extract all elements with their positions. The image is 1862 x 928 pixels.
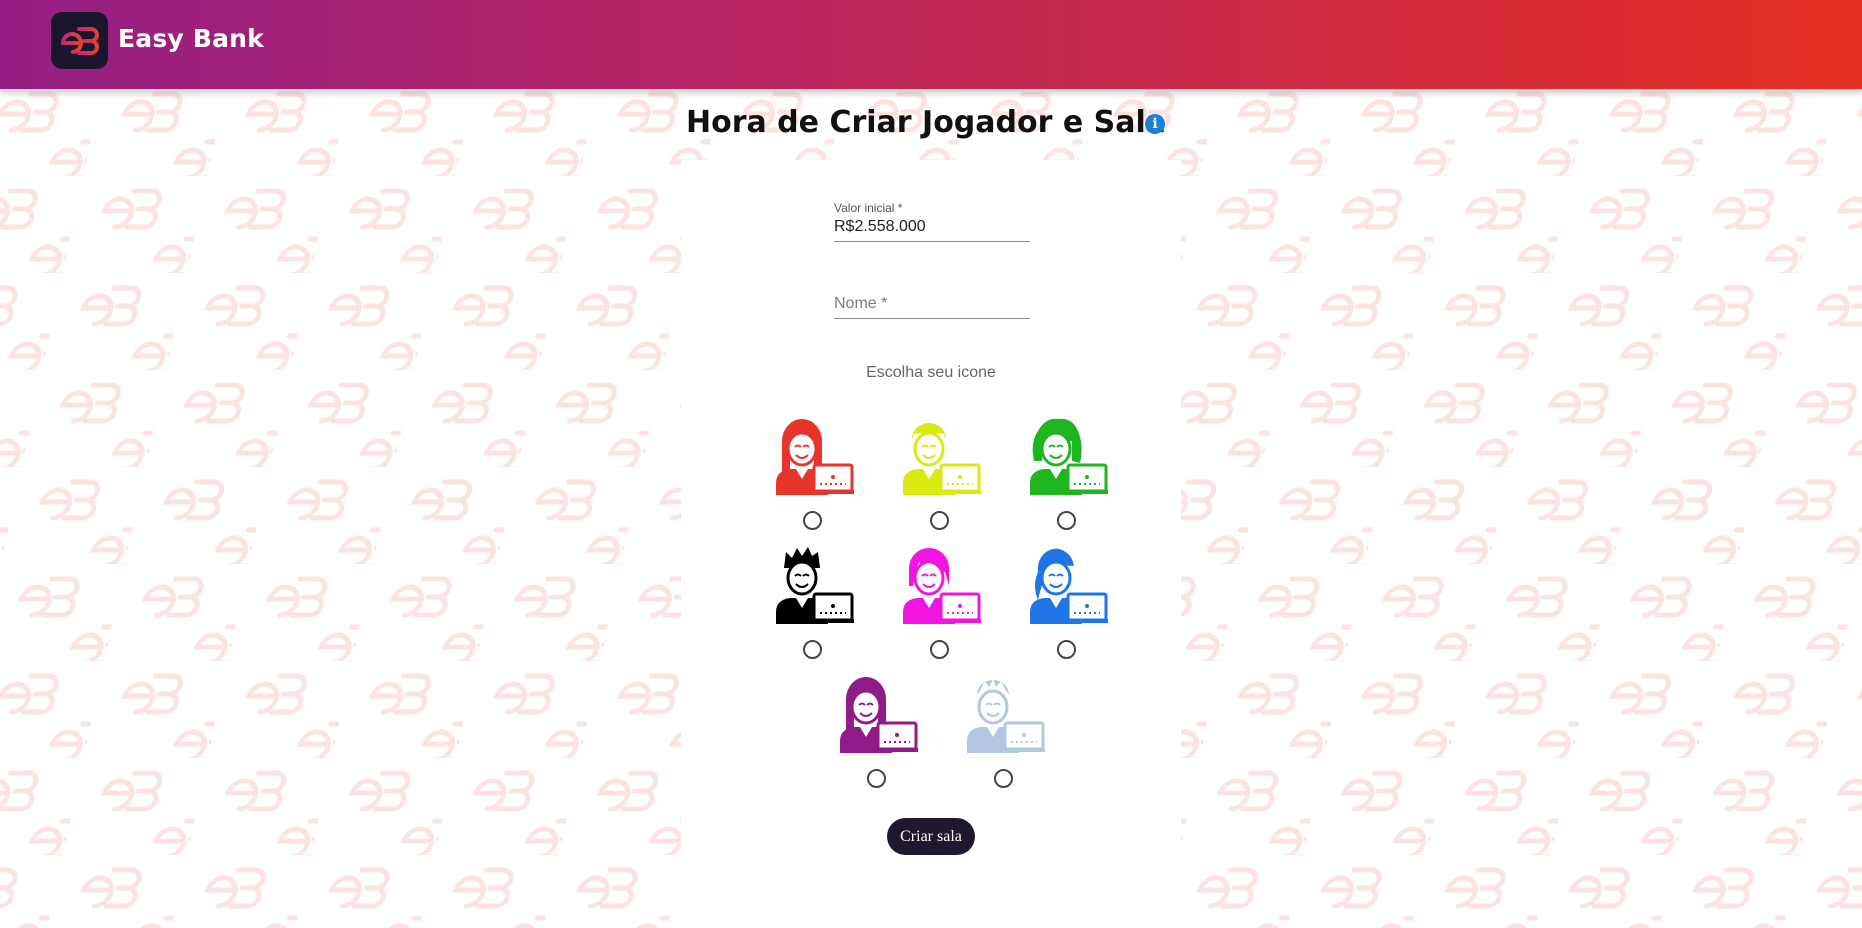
info-icon[interactable]: i — [1145, 114, 1165, 134]
initial-value-label: Valor inicial * — [834, 201, 903, 215]
avatar-radio[interactable] — [1057, 640, 1076, 659]
avatar-radio[interactable] — [803, 640, 822, 659]
avatar-radio[interactable] — [867, 769, 886, 788]
eb-logo-icon[interactable] — [51, 12, 108, 69]
magenta-woman-avatar-icon[interactable] — [899, 542, 981, 624]
avatar-radio[interactable] — [930, 640, 949, 659]
blue-woman-avatar-icon[interactable] — [1026, 542, 1108, 624]
create-room-button[interactable]: Criar sala — [887, 818, 975, 855]
lightblue-man-avatar-icon[interactable] — [963, 671, 1045, 753]
choose-icon-label: Escolha seu icone — [866, 364, 996, 381]
initial-value-input[interactable] — [834, 215, 1030, 242]
page-title: Hora de Criar Jogador e Sala — [685, 105, 1167, 140]
name-field — [834, 292, 1030, 319]
app-bar: Easy Bank — [0, 0, 1862, 89]
red-woman-avatar-icon[interactable] — [772, 413, 854, 495]
initial-value-field: Valor inicial * — [834, 201, 1030, 242]
green-curly-woman-avatar-icon[interactable] — [1026, 413, 1108, 495]
avatar-radio[interactable] — [1057, 511, 1076, 530]
brand-name: Easy Bank — [118, 24, 264, 53]
purple-woman-avatar-icon[interactable] — [836, 671, 918, 753]
black-man-avatar-icon[interactable] — [772, 542, 854, 624]
name-input[interactable] — [834, 292, 1030, 319]
avatar-radio[interactable] — [930, 511, 949, 530]
lime-man-avatar-icon[interactable] — [899, 413, 981, 495]
avatar-radio[interactable] — [803, 511, 822, 530]
avatar-radio[interactable] — [994, 769, 1013, 788]
